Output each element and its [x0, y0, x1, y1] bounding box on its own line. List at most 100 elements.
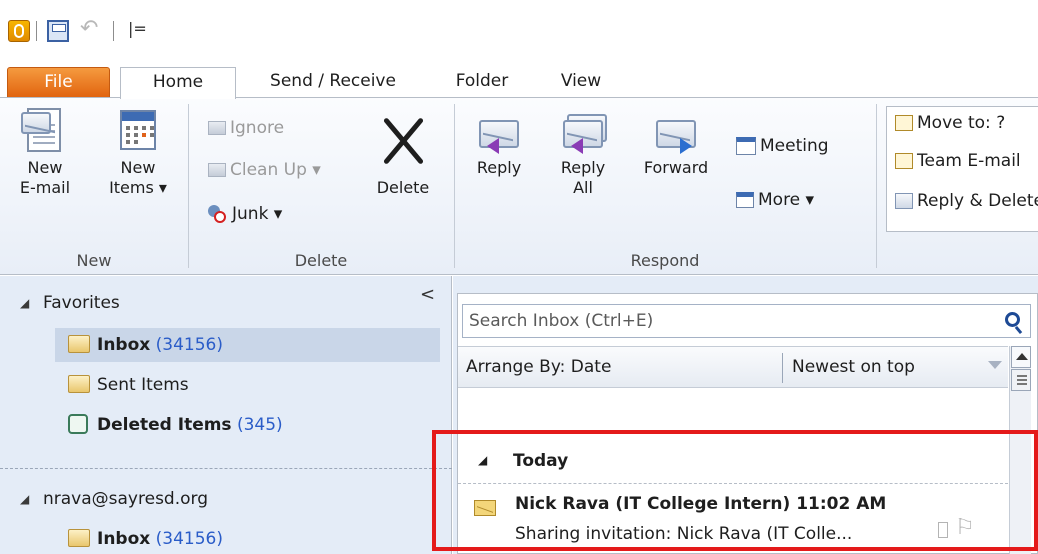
tab-folder[interactable]: Folder — [428, 67, 536, 98]
group-label: Today — [513, 451, 569, 471]
quick-step-reply-delete[interactable]: Reply & Delete — [895, 191, 1038, 211]
reply-button[interactable]: Reply — [464, 108, 534, 178]
forward-button[interactable]: Forward — [636, 108, 716, 178]
arrange-by-button[interactable]: Arrange By: Date — [466, 357, 611, 377]
reply-delete-icon — [895, 193, 913, 209]
unread-count: (345) — [236, 415, 283, 435]
junk-icon — [208, 205, 228, 223]
undo-icon[interactable]: ↶ — [80, 16, 98, 41]
sort-order-button[interactable]: Newest on top — [792, 357, 915, 377]
team-email-icon — [895, 153, 913, 169]
nav-item-inbox[interactable]: Inbox (34156) — [55, 328, 440, 362]
favorites-label: Favorites — [43, 293, 120, 313]
toolbar-separator — [113, 21, 114, 41]
new-email-label: New E-mail — [19, 158, 71, 197]
quick-access-toolbar: ↶ |= — [0, 0, 1038, 56]
nav-item-deleted-items[interactable]: Deleted Items (345) — [55, 408, 440, 442]
ribbon: New E-mail New Items ▾ New Ignore Clean … — [0, 97, 1038, 275]
customize-toolbar-button[interactable]: |= — [128, 19, 147, 38]
chevron-down-icon[interactable] — [988, 361, 1002, 369]
more-respond-button[interactable]: More ▾ — [736, 190, 814, 210]
nav-account-header[interactable]: ◢ nrava@sayresd.org — [0, 482, 448, 516]
forward-icon — [654, 108, 698, 154]
ribbon-group-delete: Ignore Clean Up ▾ Junk ▾ Delete Delete — [190, 98, 452, 274]
flag-icon[interactable]: ⚐ — [955, 515, 975, 540]
junk-label: Junk ▾ — [232, 204, 283, 224]
nav-item-account-inbox[interactable]: Inbox (34156) — [55, 522, 440, 554]
team-email-label: Team E-mail — [917, 151, 1021, 171]
nav-item-sent-items[interactable]: Sent Items — [55, 368, 440, 402]
forward-label: Forward — [643, 158, 709, 177]
group-separator — [454, 104, 455, 268]
group-header-today[interactable]: ◢ Today — [458, 444, 1008, 480]
arrange-separator — [782, 353, 783, 383]
arrange-bar: Arrange By: Date Newest on top — [458, 346, 1008, 388]
ignore-label: Ignore — [230, 118, 285, 138]
ribbon-tabs: File Home Send / Receive Folder View — [0, 56, 1038, 99]
search-icon[interactable] — [1005, 312, 1020, 327]
category-icon[interactable] — [938, 522, 948, 538]
account-label: nrava@sayresd.org — [43, 489, 209, 509]
new-items-button[interactable]: New Items ▾ — [92, 108, 184, 198]
nav-item-label: Inbox — [97, 529, 151, 549]
group-separator — [876, 104, 877, 268]
search-input[interactable]: Search Inbox (Ctrl+E) — [462, 304, 1031, 338]
move-to-icon — [895, 115, 913, 131]
inbox-folder-icon — [68, 335, 90, 353]
tab-file[interactable]: File — [7, 67, 110, 98]
delete-button[interactable]: Delete — [358, 114, 448, 198]
group-label-new: New — [76, 251, 112, 270]
reply-all-icon — [561, 108, 607, 154]
clean-up-icon — [208, 163, 226, 177]
group-divider — [458, 483, 1008, 484]
reply-label: Reply — [476, 158, 522, 177]
clean-up-button[interactable]: Clean Up ▾ — [208, 160, 321, 180]
tab-view[interactable]: View — [540, 67, 622, 98]
collapse-triangle-icon: ◢ — [478, 453, 488, 467]
nav-favorites-header[interactable]: ◢ Favorites — [0, 286, 448, 320]
scroll-thumb[interactable] — [1011, 369, 1031, 391]
clean-up-label: Clean Up ▾ — [230, 160, 321, 180]
tab-send-receive[interactable]: Send / Receive — [243, 67, 423, 98]
outlook-logo-icon[interactable] — [8, 20, 30, 42]
delete-icon — [377, 114, 429, 166]
unread-count: (34156) — [155, 529, 224, 549]
scroll-up-button[interactable] — [1011, 346, 1031, 368]
delete-label: Delete — [376, 178, 430, 197]
new-items-label: New Items ▾ — [109, 158, 167, 197]
quick-step-move-to[interactable]: Move to: ? — [895, 113, 1005, 133]
junk-button[interactable]: Junk ▾ — [208, 204, 282, 224]
collapse-triangle-icon: ◢ — [20, 296, 30, 310]
message-subject: Sharing invitation: Nick Rava (IT Colle.… — [515, 524, 853, 544]
inbox-folder-icon — [68, 529, 90, 547]
deleted-items-icon — [68, 414, 88, 434]
ignore-button[interactable]: Ignore — [208, 118, 284, 138]
new-email-button[interactable]: New E-mail — [0, 108, 90, 198]
meeting-button[interactable]: Meeting — [736, 136, 829, 156]
ribbon-group-new: New E-mail New Items ▾ New — [0, 98, 188, 274]
unread-count: (34156) — [155, 335, 224, 355]
quick-step-team-email[interactable]: Team E-mail — [895, 151, 1021, 171]
message-list: Search Inbox (Ctrl+E) Arrange By: Date N… — [457, 293, 1038, 554]
message-time: 11:02 AM — [796, 494, 887, 514]
scrollbar[interactable] — [1009, 346, 1031, 554]
reply-icon — [477, 108, 521, 154]
meeting-label: Meeting — [760, 136, 829, 156]
group-label-respond: Respond — [630, 251, 700, 270]
reply-all-label: Reply All — [560, 158, 606, 197]
toolbar-separator — [36, 21, 37, 41]
reply-all-button[interactable]: Reply All — [548, 108, 618, 198]
more-respond-icon — [736, 192, 754, 208]
sent-items-folder-icon — [68, 375, 90, 393]
message-list-pane: Search Inbox (Ctrl+E) Arrange By: Date N… — [453, 276, 1038, 554]
meeting-icon — [736, 137, 756, 155]
send-receive-all-icon[interactable] — [47, 20, 69, 42]
ignore-icon — [208, 121, 226, 135]
nav-item-label: Inbox — [97, 335, 151, 355]
message-row[interactable]: Nick Rava (IT College Intern) 11:02 AM S… — [458, 488, 1008, 554]
tab-home[interactable]: Home — [120, 67, 236, 99]
minimize-pane-button[interactable]: < — [420, 284, 435, 305]
reply-delete-label: Reply & Delete — [917, 191, 1038, 211]
group-label-delete: Delete — [294, 251, 348, 270]
collapse-triangle-icon: ◢ — [20, 492, 30, 506]
